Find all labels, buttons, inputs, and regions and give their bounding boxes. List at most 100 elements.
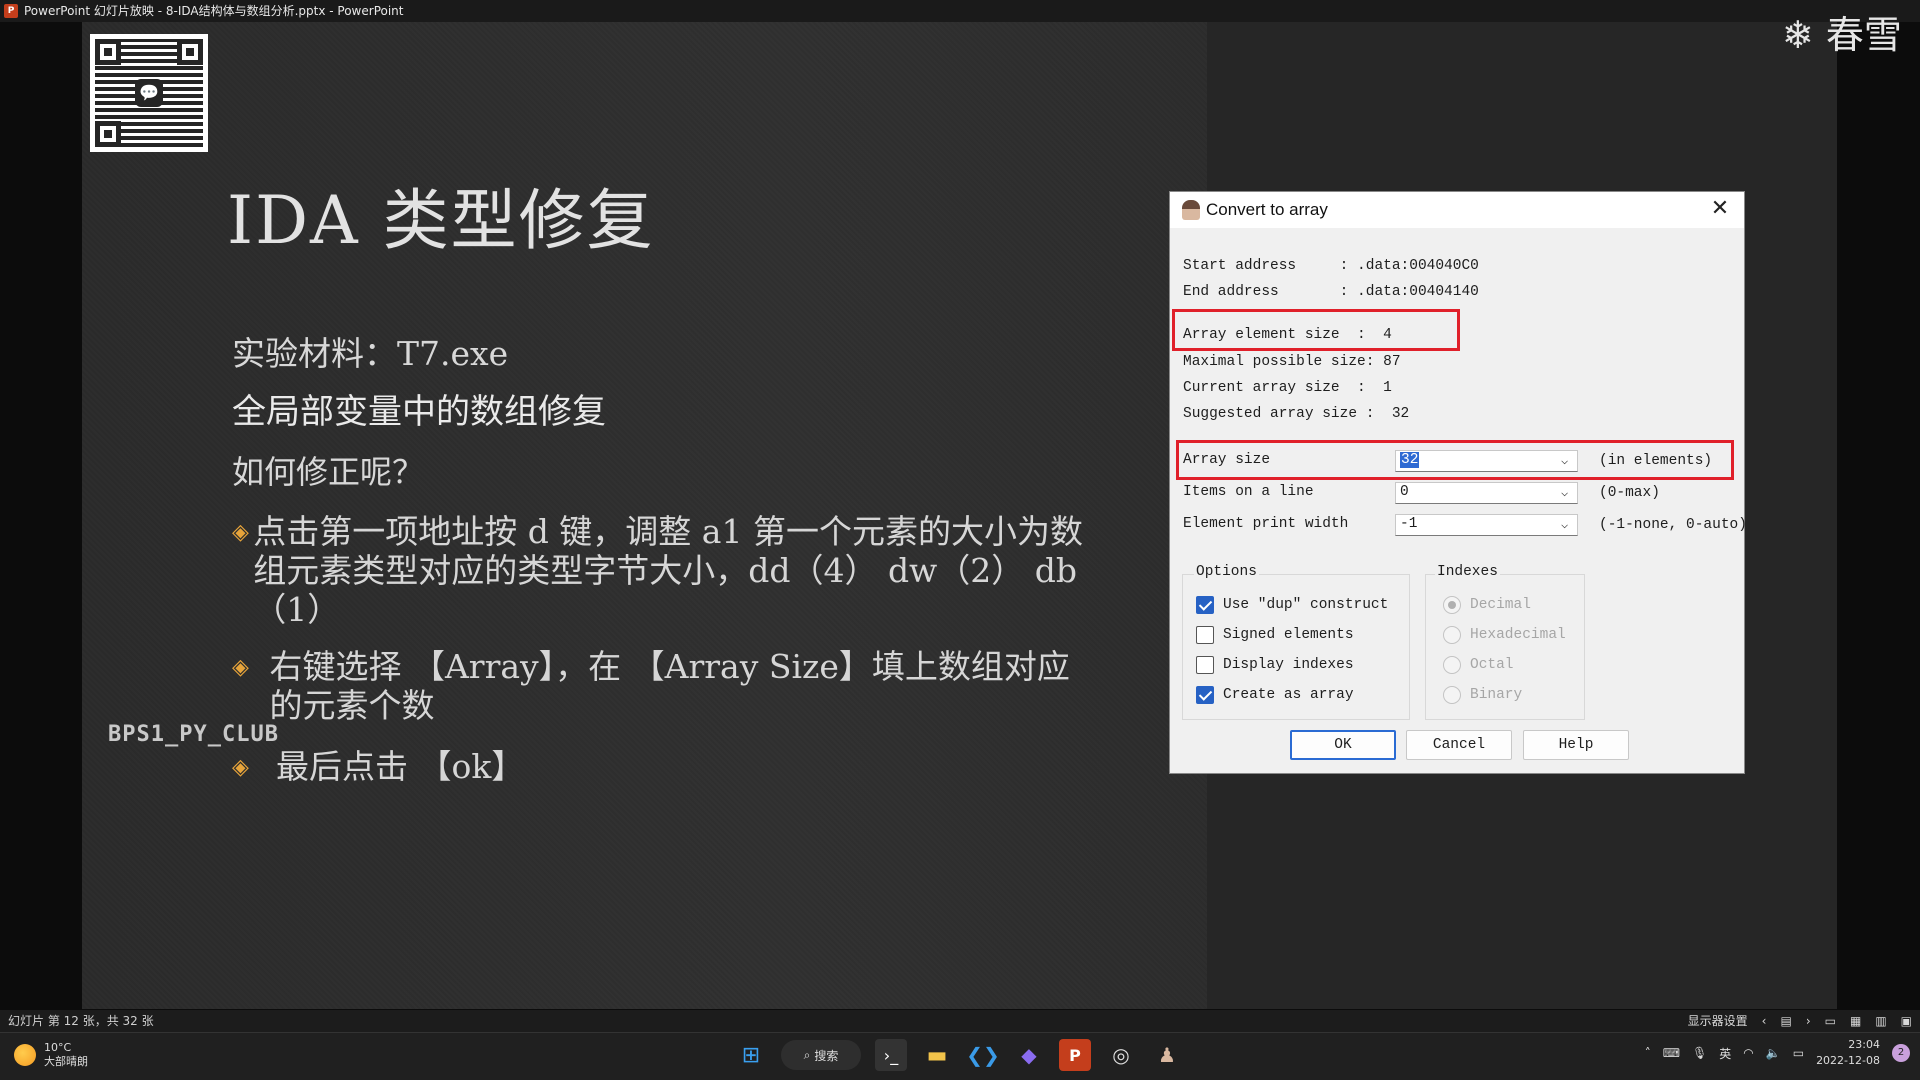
print-width-value: -1 (1400, 516, 1418, 532)
info-label: Current array size (1183, 380, 1358, 396)
slide-bullet: ◈ 最后点击 【ok】 (232, 747, 1092, 786)
chevron-right-icon[interactable]: › (1806, 1010, 1811, 1032)
wechat-icon: 💬 (135, 79, 163, 107)
radio-icon[interactable] (1443, 626, 1461, 644)
info-value: : 1 (1357, 380, 1392, 396)
ok-button[interactable]: OK (1290, 730, 1396, 760)
checkbox-icon[interactable] (1196, 626, 1214, 644)
binary-radio[interactable]: Binary (1443, 686, 1522, 704)
hexadecimal-radio[interactable]: Hexadecimal (1443, 626, 1566, 644)
reading-view-icon[interactable]: ▥ (1875, 1010, 1886, 1032)
radio-icon[interactable] (1443, 686, 1461, 704)
weather-widget[interactable]: 10°C 大部晴朗 (14, 1041, 88, 1069)
bullet-text: 点击第一项地址按 d 键，调整 a1 第一个元素的大小为数组元素类型对应的类型字… (253, 512, 1083, 629)
indexes-group-label: Indexes (1435, 564, 1500, 580)
print-width-hint: (-1-none, 0-auto) (1599, 517, 1747, 533)
slide-material-line: 实验材料：T7.exe (232, 334, 509, 373)
clock-date: 2022-12-08 (1816, 1054, 1880, 1067)
chevron-down-icon[interactable]: ⌵ (1561, 486, 1573, 500)
radio-selected-icon[interactable] (1443, 596, 1461, 614)
slideshow-icon[interactable]: ▣ (1901, 1010, 1912, 1032)
terminal-icon[interactable]: ›_ (875, 1039, 907, 1071)
weather-sun-icon (14, 1044, 36, 1066)
cancel-button[interactable]: Cancel (1406, 730, 1512, 760)
slide-bullet: ◈ 右键选择 【Array】，在 【Array Size】填上数组对应的元素个数 (232, 647, 1092, 725)
qr-finder (95, 121, 121, 147)
ida-taskbar-icon[interactable]: ♟ (1151, 1039, 1183, 1071)
windows-start-icon[interactable]: ⊞ (735, 1039, 767, 1071)
snowflake-logo-icon: ❄ 春雪 (1782, 13, 1902, 57)
qr-code: 💬 (90, 34, 208, 152)
create-as-array-checkbox[interactable]: Create as array (1196, 686, 1354, 704)
slide-sorter-icon[interactable]: ▦ (1850, 1010, 1861, 1032)
octal-radio[interactable]: Octal (1443, 656, 1514, 674)
slide-bullet: ◈ 点击第一项地址按 d 键，调整 a1 第一个元素的大小为数组元素类型对应的类… (232, 512, 1092, 629)
notification-badge[interactable]: 2 (1892, 1044, 1910, 1062)
dialog-title: Convert to array (1206, 200, 1328, 219)
slideshow-statusbar: 幻灯片 第 12 张，共 32 张 显示器设置 ‹ ▤ › ▭ ▦ ▥ ▣ (0, 1010, 1920, 1032)
radio-label: Hexadecimal (1470, 627, 1566, 643)
radio-icon[interactable] (1443, 656, 1461, 674)
highlight-box-element-size (1172, 309, 1460, 351)
slide-question: 如何修正呢？ (232, 453, 425, 491)
checkbox-checked-icon[interactable] (1196, 596, 1214, 614)
slide-subtitle: 全局部变量中的数组修复 (232, 392, 606, 432)
items-on-line-combo[interactable]: 0 ⌵ (1395, 482, 1578, 504)
clock-time: 23:04 (1848, 1038, 1880, 1051)
obsidian-icon[interactable]: ◆ (1013, 1039, 1045, 1071)
microphone-icon[interactable]: 🎙 (1692, 1046, 1707, 1060)
chevron-up-icon[interactable]: ˄ (1645, 1046, 1651, 1060)
checkbox-icon[interactable] (1196, 656, 1214, 674)
checkbox-checked-icon[interactable] (1196, 686, 1214, 704)
weather-temp: 10°C (44, 1041, 72, 1054)
powerpoint-taskbar-icon[interactable]: P (1059, 1039, 1091, 1071)
search-icon: ⌕ (803, 1047, 811, 1062)
info-label: Suggested array size (1183, 406, 1366, 422)
checkbox-label: Use "dup" construct (1223, 597, 1389, 613)
info-suggested-size: Suggested array size : 32 (1183, 406, 1409, 422)
taskbar-search-button[interactable]: ⌕ 搜索 (781, 1040, 861, 1070)
weather-desc: 大部晴朗 (44, 1055, 88, 1068)
signed-elements-checkbox[interactable]: Signed elements (1196, 626, 1354, 644)
info-label: Maximal possible size: (1183, 354, 1375, 370)
radio-label: Decimal (1470, 597, 1531, 613)
help-button[interactable]: Help (1523, 730, 1629, 760)
use-dup-checkbox[interactable]: Use "dup" construct (1196, 596, 1388, 614)
display-settings-button[interactable]: 显示器设置 (1688, 1010, 1748, 1032)
powerpoint-icon: P (4, 4, 18, 18)
slide-menu-icon[interactable]: ▤ (1780, 1010, 1791, 1032)
info-value: : .data:004040C0 (1339, 258, 1479, 274)
highlight-box-array-size (1176, 440, 1734, 480)
close-icon[interactable]: ✕ (1706, 196, 1734, 224)
search-label: 搜索 (814, 1048, 839, 1063)
print-width-combo[interactable]: -1 ⌵ (1395, 514, 1578, 536)
keyboard-icon[interactable]: ⌨ (1663, 1046, 1680, 1060)
info-label: Start address (1183, 258, 1340, 274)
info-label: End address (1183, 284, 1340, 300)
qr-finder (95, 39, 121, 65)
chevron-left-icon[interactable]: ‹ (1762, 1010, 1767, 1032)
window-title: PowerPoint 幻灯片放映 - 8-IDA结构体与数组分析.pptx - … (24, 4, 404, 18)
info-value: 87 (1374, 354, 1401, 370)
display-indexes-checkbox[interactable]: Display indexes (1196, 656, 1354, 674)
chrome-icon[interactable]: ◎ (1105, 1039, 1137, 1071)
volume-icon[interactable]: 🔈 (1766, 1046, 1781, 1060)
checkbox-label: Signed elements (1223, 627, 1354, 643)
diamond-bullet-icon: ◈ (232, 655, 249, 680)
window-titlebar: P PowerPoint 幻灯片放映 - 8-IDA结构体与数组分析.pptx … (0, 0, 1920, 22)
wifi-icon[interactable]: ◠ (1743, 1046, 1753, 1060)
diamond-bullet-icon: ◈ (232, 755, 249, 780)
info-value: : 32 (1365, 406, 1410, 422)
options-group-label: Options (1194, 564, 1259, 580)
info-max-size: Maximal possible size: 87 (1183, 354, 1401, 370)
file-explorer-icon[interactable]: ▬ (921, 1039, 953, 1071)
battery-icon[interactable]: ▭ (1793, 1046, 1804, 1060)
watermark-text: BPS1_PY_CLUB (108, 722, 279, 747)
taskbar-clock[interactable]: 23:04 2022-12-08 (1816, 1037, 1880, 1069)
ime-indicator[interactable]: 英 (1719, 1045, 1731, 1062)
normal-view-icon[interactable]: ▭ (1825, 1010, 1836, 1032)
info-current-size: Current array size : 1 (1183, 380, 1392, 396)
decimal-radio[interactable]: Decimal (1443, 596, 1531, 614)
chevron-down-icon[interactable]: ⌵ (1561, 518, 1573, 532)
vscode-icon[interactable]: ❮❯ (966, 1039, 1000, 1071)
